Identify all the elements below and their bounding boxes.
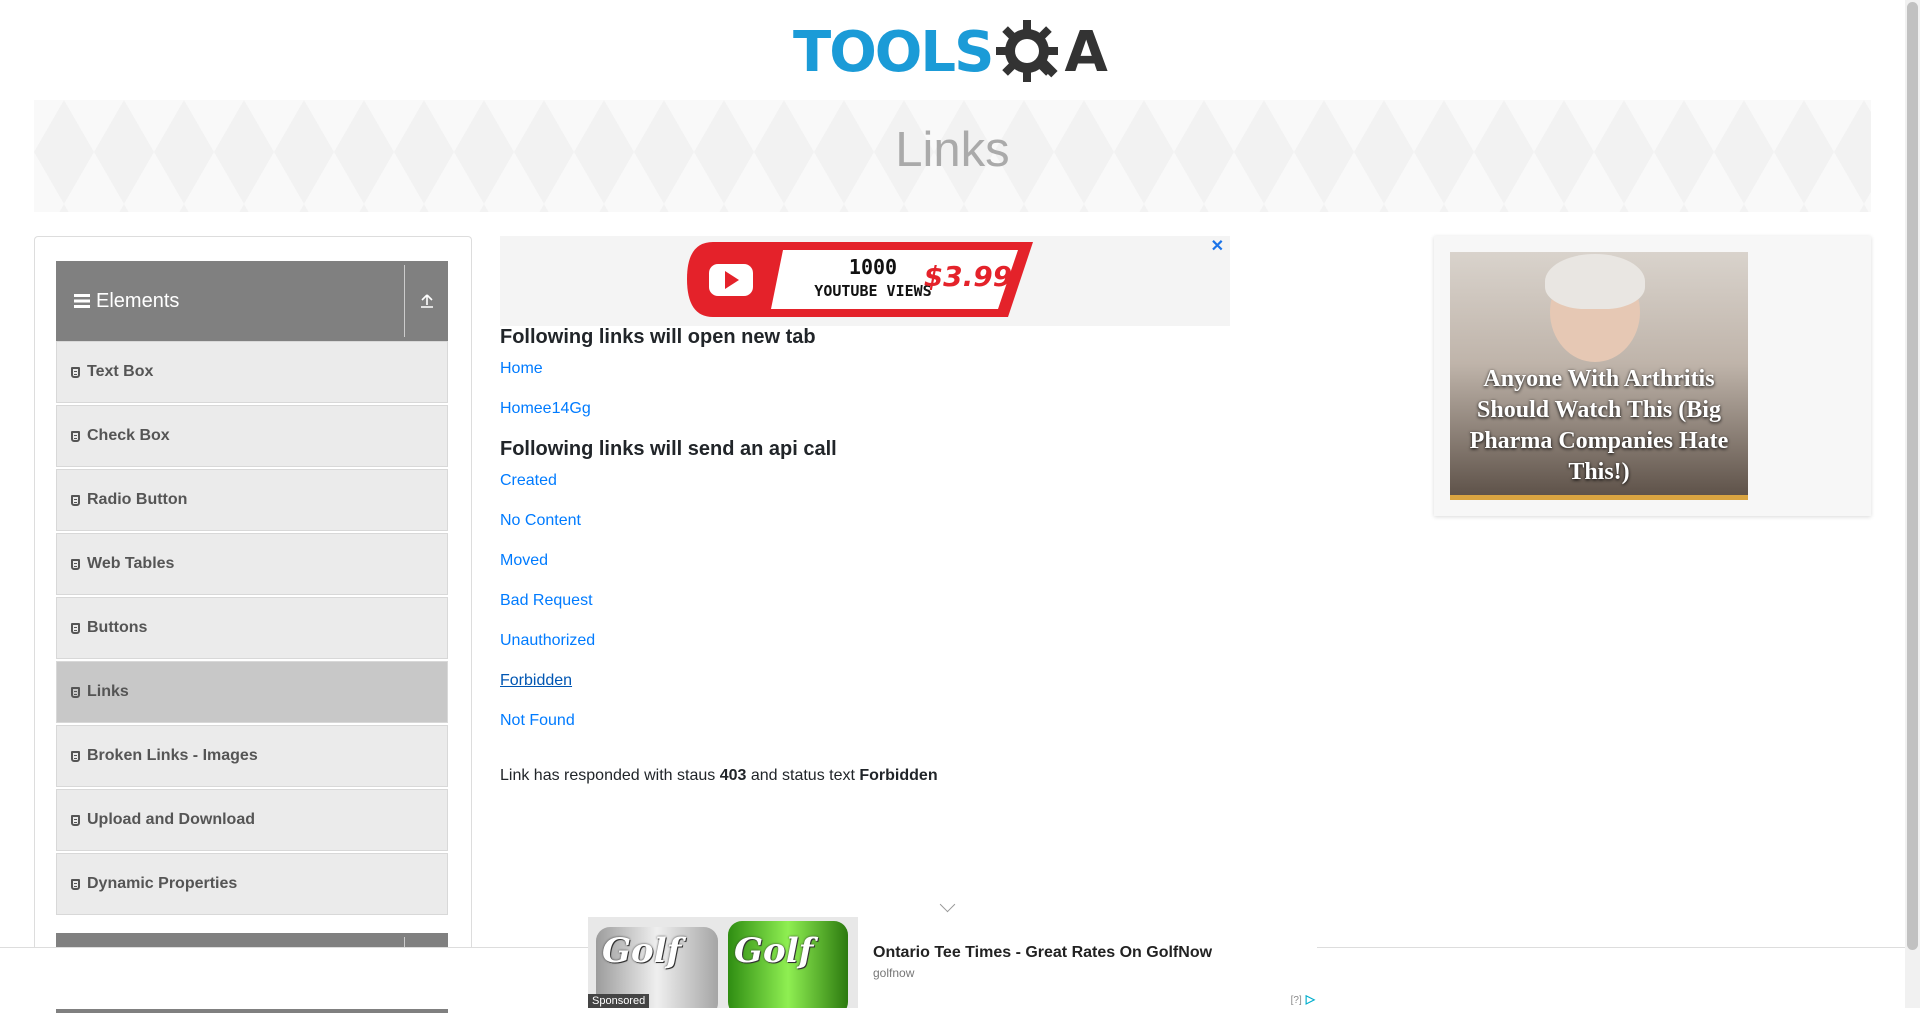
ad-choices[interactable]: [?] ▷ — [1291, 992, 1315, 1006]
logo-text: TOOLS — [793, 20, 994, 85]
ad-price: $3.99 — [924, 260, 1013, 293]
upload-arrow-icon — [420, 294, 433, 308]
arthritis-ad[interactable]: Anyone With Arthritis Should Watch This … — [1434, 236, 1871, 516]
ad-headline: Anyone With Arthritis Should Watch This … — [1469, 366, 1729, 485]
bars-icon — [74, 294, 90, 308]
not-found-link[interactable]: Not Found — [500, 712, 575, 730]
sidebar-item-label: Dynamic Properties — [87, 875, 238, 892]
chevron-down-icon[interactable] — [939, 896, 956, 913]
sidebar-item-links[interactable]: Links — [56, 661, 448, 723]
page-title: Links — [895, 123, 1010, 177]
sidebar-item-buttons[interactable]: Buttons — [56, 597, 448, 659]
sidebar-item-text-box[interactable]: Text Box — [56, 341, 448, 403]
document-icon — [71, 494, 80, 506]
ad-image: Anyone With Arthritis Should Watch This … — [1450, 252, 1748, 500]
sidebar-item-dynamic-properties[interactable]: Dynamic Properties — [56, 853, 448, 915]
sidebar-item-label: Text Box — [87, 363, 154, 380]
sidebar-item-upload-download[interactable]: Upload and Download — [56, 789, 448, 851]
logo-suffix: A — [1064, 20, 1108, 85]
adchoices-icon: ▷ — [1305, 992, 1315, 1006]
ad-source[interactable]: golfnow — [873, 966, 914, 980]
response-prefix: Link has responded with staus — [500, 767, 716, 784]
close-icon[interactable]: ✕ — [1211, 236, 1224, 256]
group-title: Elements — [56, 290, 404, 313]
document-icon — [71, 622, 80, 634]
page-banner: Links — [34, 100, 1871, 212]
response-status-text: Forbidden — [859, 767, 938, 784]
sidebar-item-label: Check Box — [87, 427, 170, 444]
gear-q-icon — [996, 20, 1059, 82]
document-icon — [71, 366, 80, 378]
link-response: Link has responded with staus 403 and st… — [500, 767, 938, 785]
sponsored-badge: Sponsored — [588, 994, 650, 1008]
no-content-link[interactable]: No Content — [500, 512, 581, 530]
sidebar-item-web-tables[interactable]: Web Tables — [56, 533, 448, 595]
document-icon — [71, 558, 80, 570]
response-middle: and status text — [750, 767, 855, 784]
ad-image: Golf Golf Sponsored — [588, 917, 858, 1008]
ad-title[interactable]: Ontario Tee Times - Great Rates On GolfN… — [873, 944, 1212, 962]
api-call-heading: Following links will send an api call — [500, 438, 837, 460]
elements-group-header[interactable]: Elements — [56, 261, 448, 341]
group-title-label: Elements — [96, 289, 180, 312]
toolsqa-logo[interactable]: TOOLS A — [793, 16, 1115, 90]
youtube-views-ad[interactable]: 1000 YOUTUBE VIEWS $3.99 ✕ — [500, 236, 1230, 326]
dynamic-home-link[interactable]: Homee14Gg — [500, 400, 591, 418]
sidebar: Elements Text Box Check Box Radio Button… — [34, 236, 472, 1013]
sidebar-item-label: Upload and Download — [87, 811, 255, 828]
can-label: Golf — [602, 931, 682, 971]
sidebar-item-label: Web Tables — [87, 555, 175, 572]
moved-link[interactable]: Moved — [500, 552, 548, 570]
unauthorized-link[interactable]: Unauthorized — [500, 632, 595, 650]
sidebar-item-radio-button[interactable]: Radio Button — [56, 469, 448, 531]
document-icon — [71, 750, 80, 762]
ad-choices-label: [?] — [1290, 995, 1302, 1006]
document-icon — [71, 686, 80, 698]
document-icon — [71, 878, 80, 890]
sidebar-item-label: Buttons — [87, 619, 148, 636]
ad-text-count: 1000 — [849, 255, 897, 279]
collapse-up-icon[interactable] — [404, 265, 448, 337]
ad-banner-graphic: 1000 YOUTUBE VIEWS $3.99 — [687, 242, 1033, 317]
created-link[interactable]: Created — [500, 472, 557, 490]
can-label: Golf — [734, 931, 814, 971]
ad-text-views: YOUTUBE VIEWS — [814, 282, 931, 300]
sidebar-item-label: Radio Button — [87, 491, 188, 508]
response-status-code: 403 — [719, 767, 747, 784]
scrollbar-thumb[interactable] — [1907, 2, 1918, 950]
sidebar-item-check-box[interactable]: Check Box — [56, 405, 448, 467]
sidebar-item-label: Broken Links - Images — [87, 747, 258, 764]
new-tab-heading: Following links will open new tab — [500, 326, 816, 348]
site-header: TOOLS A — [0, 0, 1905, 100]
sidebar-item-broken-links[interactable]: Broken Links - Images — [56, 725, 448, 787]
forbidden-link[interactable]: Forbidden — [500, 672, 572, 690]
document-icon — [71, 430, 80, 442]
page-scrollbar[interactable] — [1905, 0, 1920, 1008]
elements-menu: Text Box Check Box Radio Button Web Tabl… — [56, 341, 448, 917]
bad-request-link[interactable]: Bad Request — [500, 592, 593, 610]
golfnow-ad[interactable]: Golf Golf Sponsored Ontario Tee Times - … — [588, 917, 1317, 1008]
sidebar-item-label: Links — [87, 683, 129, 700]
document-icon — [71, 814, 80, 826]
home-link[interactable]: Home — [500, 360, 543, 378]
